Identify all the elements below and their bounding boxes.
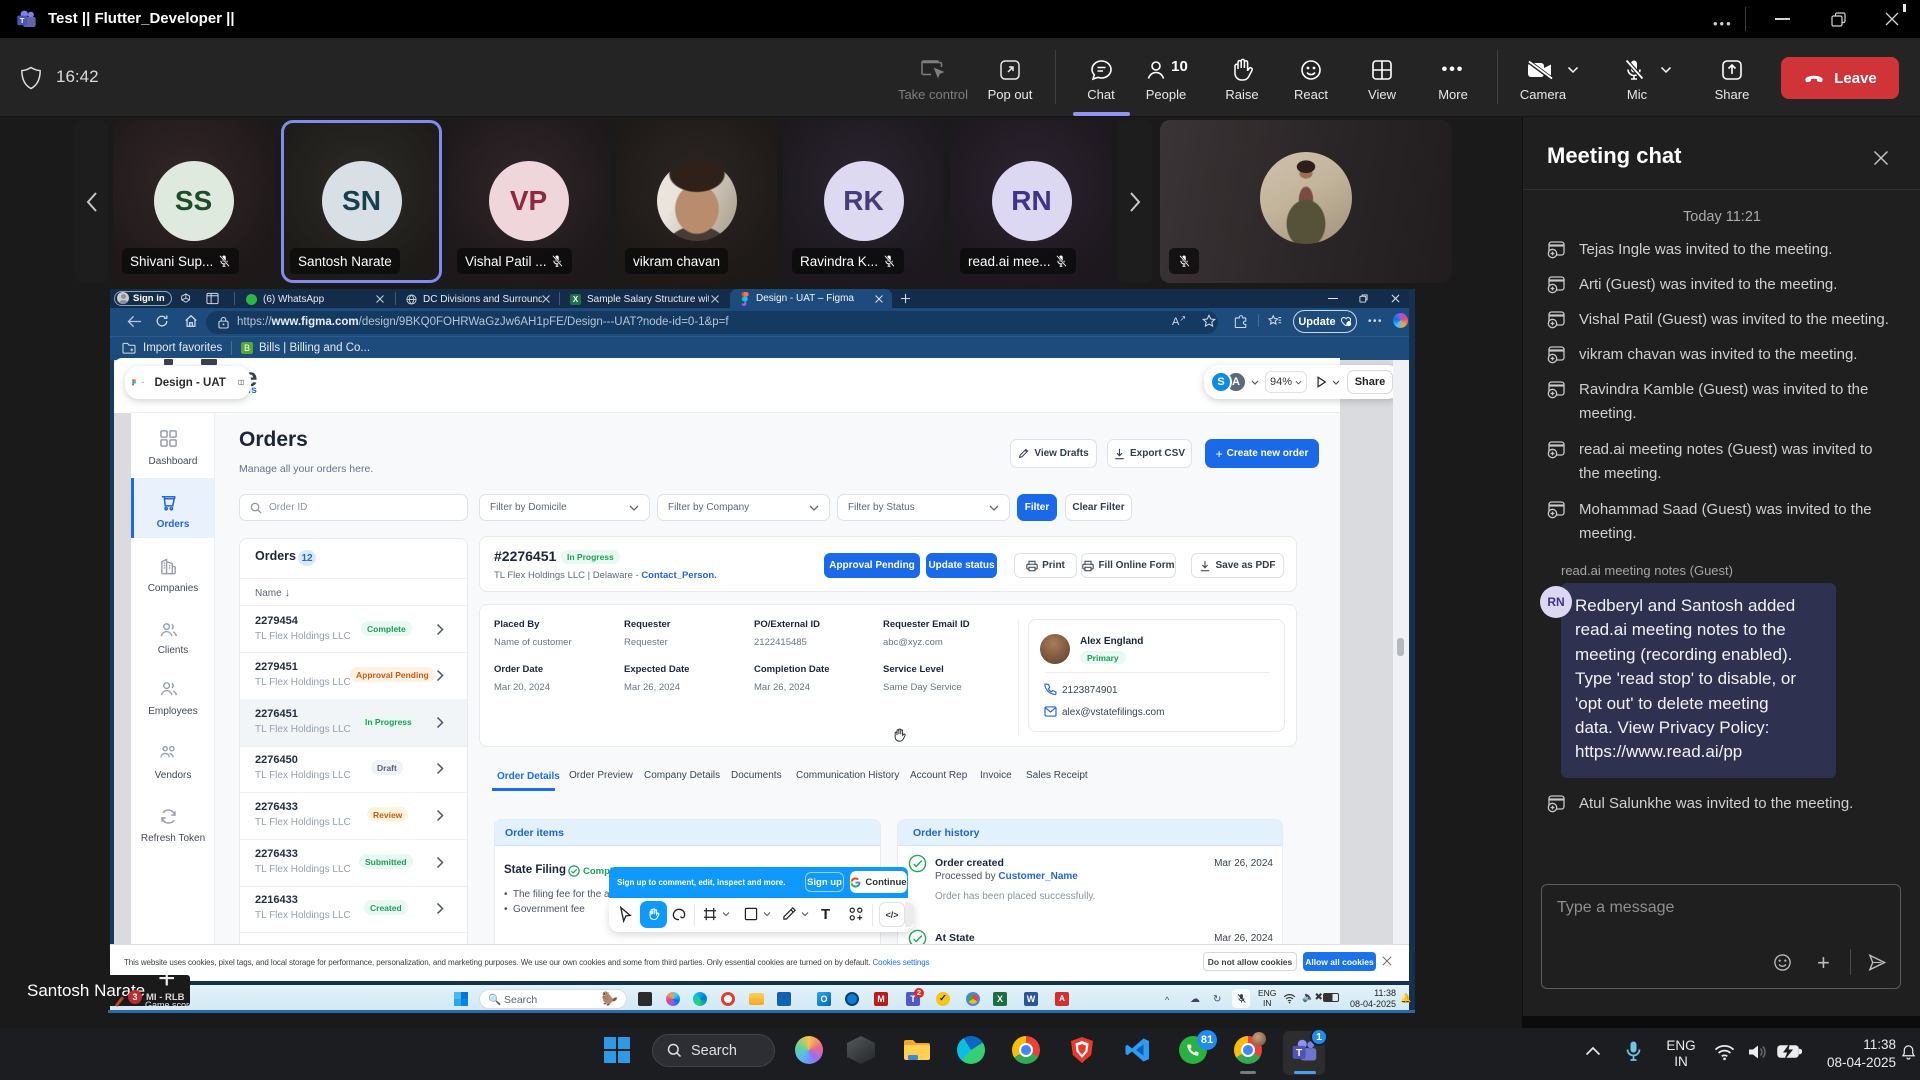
svg-text:T: T bbox=[20, 16, 25, 25]
svg-text:T: T bbox=[1296, 1048, 1303, 1059]
